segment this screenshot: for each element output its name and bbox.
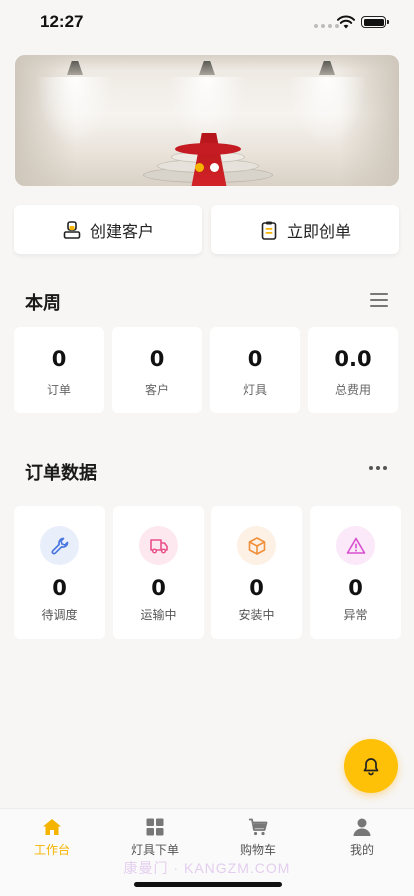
spotlight-image <box>287 61 367 147</box>
signal-icon <box>314 24 339 28</box>
bell-icon <box>363 758 379 776</box>
stat-label: 客户 <box>144 383 169 397</box>
order-data-title: 订单数据 <box>25 463 97 484</box>
stat-label: 总费用 <box>334 383 371 397</box>
order-card-pending-dispatch[interactable]: 0 待调度 <box>14 506 105 639</box>
order-count: 0 <box>249 576 264 600</box>
stat-value: 0 <box>149 347 165 371</box>
create-order-label: 立即创单 <box>286 221 351 241</box>
create-order-button[interactable]: 立即创单 <box>211 205 399 254</box>
stat-label: 灯具 <box>242 383 267 397</box>
order-count: 0 <box>151 576 166 600</box>
banner-carousel[interactable] <box>15 55 399 186</box>
carousel-dot[interactable] <box>210 163 219 172</box>
grid-icon <box>146 818 164 836</box>
this-week-title: 本周 <box>25 293 61 314</box>
order-count: 0 <box>52 576 67 600</box>
wifi-icon <box>337 15 355 29</box>
tab-mine[interactable]: 我的 <box>312 817 412 858</box>
tab-label: 灯具下单 <box>130 843 179 857</box>
tab-label: 我的 <box>349 843 374 857</box>
user-icon <box>353 818 371 836</box>
wrench-icon <box>40 526 79 565</box>
create-customer-button[interactable]: 创建客户 <box>14 205 202 254</box>
stat-card-orders[interactable]: 0 订单 <box>14 327 104 413</box>
stat-value: 0.0 <box>334 347 372 371</box>
order-status-label: 待调度 <box>41 608 78 622</box>
truck-icon <box>139 526 178 565</box>
box-icon <box>237 526 276 565</box>
warning-icon <box>336 526 375 565</box>
clipboard-icon <box>261 221 277 240</box>
stat-card-lamps[interactable]: 0 灯具 <box>210 327 300 413</box>
more-icon[interactable] <box>369 466 387 470</box>
order-card-installing[interactable]: 0 安装中 <box>211 506 302 639</box>
stat-value: 0 <box>51 347 67 371</box>
home-indicator <box>134 882 282 887</box>
tab-cart[interactable]: 购物车 <box>208 817 308 858</box>
tab-workbench[interactable]: 工作台 <box>2 817 102 858</box>
create-customer-label: 创建客户 <box>89 221 154 241</box>
order-card-exception[interactable]: 0 异常 <box>310 506 401 639</box>
menu-icon[interactable] <box>370 293 388 307</box>
watermark-text: 康曼门 · KANGZM.COM <box>123 860 291 876</box>
stage-image <box>143 133 273 186</box>
order-status-label: 安装中 <box>238 608 275 622</box>
status-bar: 12:27 <box>0 0 414 46</box>
home-icon <box>43 819 61 835</box>
order-status-label: 异常 <box>343 608 368 622</box>
customer-icon <box>63 220 81 239</box>
stat-card-total-cost[interactable]: 0.0 总费用 <box>308 327 398 413</box>
notification-fab[interactable] <box>344 739 398 793</box>
stat-card-customers[interactable]: 0 客户 <box>112 327 202 413</box>
battery-icon <box>361 16 389 28</box>
tab-lamp-order[interactable]: 灯具下单 <box>105 817 205 858</box>
carousel-indicator <box>195 163 219 172</box>
order-count: 0 <box>348 576 363 600</box>
tab-label: 购物车 <box>239 843 276 857</box>
stat-value: 0 <box>247 347 263 371</box>
tab-label: 工作台 <box>33 843 70 857</box>
order-status-label: 运输中 <box>140 608 177 622</box>
spotlight-image <box>167 61 247 147</box>
carousel-dot[interactable] <box>195 163 204 172</box>
status-time: 12:27 <box>40 12 84 31</box>
order-card-in-transit[interactable]: 0 运输中 <box>113 506 204 639</box>
spotlight-image <box>35 61 115 147</box>
cart-icon <box>249 818 268 836</box>
stat-label: 订单 <box>46 383 71 397</box>
